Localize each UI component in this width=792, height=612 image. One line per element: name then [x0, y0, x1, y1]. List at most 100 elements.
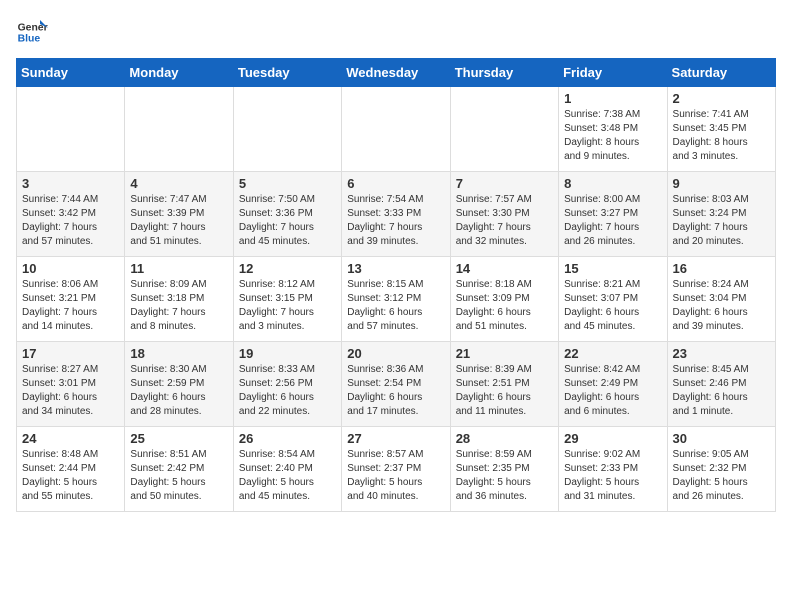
header-day: Thursday — [450, 59, 558, 87]
calendar-cell: 24 Sunrise: 8:48 AM Sunset: 2:44 PM Dayli… — [17, 427, 125, 512]
day-number: 4 — [130, 176, 227, 191]
day-info: Sunrise: 8:51 AM Sunset: 2:42 PM Dayligh… — [130, 448, 227, 504]
day-number: 3 — [22, 176, 119, 191]
day-info: Sunrise: 8:06 AM Sunset: 3:21 PM Dayligh… — [22, 278, 119, 334]
day-number: 18 — [130, 346, 227, 361]
day-info: Sunrise: 8:33 AM Sunset: 2:56 PM Dayligh… — [239, 363, 336, 419]
day-number: 24 — [22, 431, 119, 446]
day-number: 6 — [347, 176, 444, 191]
calendar-cell: 30 Sunrise: 9:05 AM Sunset: 2:32 PM Dayli… — [667, 427, 775, 512]
header-day: Tuesday — [233, 59, 341, 87]
day-info: Sunrise: 8:21 AM Sunset: 3:07 PM Dayligh… — [564, 278, 661, 334]
calendar-cell: 19 Sunrise: 8:33 AM Sunset: 2:56 PM Dayli… — [233, 342, 341, 427]
day-info: Sunrise: 7:38 AM Sunset: 3:48 PM Dayligh… — [564, 108, 661, 164]
day-info: Sunrise: 7:44 AM Sunset: 3:42 PM Dayligh… — [22, 193, 119, 249]
calendar-cell: 2 Sunrise: 7:41 AM Sunset: 3:45 PM Daylig… — [667, 87, 775, 172]
calendar-header: SundayMondayTuesdayWednesdayThursdayFrid… — [17, 59, 776, 87]
calendar-cell: 20 Sunrise: 8:36 AM Sunset: 2:54 PM Dayli… — [342, 342, 450, 427]
calendar-cell: 15 Sunrise: 8:21 AM Sunset: 3:07 PM Dayli… — [559, 257, 667, 342]
calendar-cell: 26Sunrise: 8:54 AM Sunset: 2:40 PM Dayli… — [233, 427, 341, 512]
day-number: 14 — [456, 261, 553, 276]
day-info: Sunrise: 8:09 AM Sunset: 3:18 PM Dayligh… — [130, 278, 227, 334]
calendar-week-row: 3 Sunrise: 7:44 AM Sunset: 3:42 PM Daylig… — [17, 172, 776, 257]
calendar-cell: 3 Sunrise: 7:44 AM Sunset: 3:42 PM Daylig… — [17, 172, 125, 257]
calendar-cell: 14 Sunrise: 8:18 AM Sunset: 3:09 PM Dayli… — [450, 257, 558, 342]
day-number: 13 — [347, 261, 444, 276]
calendar-cell: 16Sunrise: 8:24 AM Sunset: 3:04 PM Dayli… — [667, 257, 775, 342]
day-info: Sunrise: 8:57 AM Sunset: 2:37 PM Dayligh… — [347, 448, 444, 504]
calendar-week-row: 17 Sunrise: 8:27 AM Sunset: 3:01 PM Dayli… — [17, 342, 776, 427]
day-info: Sunrise: 8:18 AM Sunset: 3:09 PM Dayligh… — [456, 278, 553, 334]
day-info: Sunrise: 7:54 AM Sunset: 3:33 PM Dayligh… — [347, 193, 444, 249]
calendar-table: SundayMondayTuesdayWednesdayThursdayFrid… — [16, 58, 776, 512]
day-info: Sunrise: 8:12 AM Sunset: 3:15 PM Dayligh… — [239, 278, 336, 334]
day-number: 23 — [673, 346, 770, 361]
svg-text:Blue: Blue — [18, 34, 41, 45]
day-number: 8 — [564, 176, 661, 191]
day-info: Sunrise: 7:57 AM Sunset: 3:30 PM Dayligh… — [456, 193, 553, 249]
calendar-cell: 28 Sunrise: 8:59 AM Sunset: 2:35 PM Dayli… — [450, 427, 558, 512]
header-day: Sunday — [17, 59, 125, 87]
logo-icon: General Blue — [16, 16, 48, 48]
day-info: Sunrise: 7:47 AM Sunset: 3:39 PM Dayligh… — [130, 193, 227, 249]
day-number: 1 — [564, 91, 661, 106]
calendar-cell: 21 Sunrise: 8:39 AM Sunset: 2:51 PM Dayli… — [450, 342, 558, 427]
day-number: 27 — [347, 431, 444, 446]
calendar-cell — [17, 87, 125, 172]
calendar-week-row: 10 Sunrise: 8:06 AM Sunset: 3:21 PM Dayli… — [17, 257, 776, 342]
header-row: SundayMondayTuesdayWednesdayThursdayFrid… — [17, 59, 776, 87]
day-number: 17 — [22, 346, 119, 361]
calendar-cell: 10 Sunrise: 8:06 AM Sunset: 3:21 PM Dayli… — [17, 257, 125, 342]
calendar-cell — [450, 87, 558, 172]
day-number: 21 — [456, 346, 553, 361]
day-info: Sunrise: 9:02 AM Sunset: 2:33 PM Dayligh… — [564, 448, 661, 504]
header: General Blue — [16, 16, 776, 48]
day-info: Sunrise: 8:30 AM Sunset: 2:59 PM Dayligh… — [130, 363, 227, 419]
day-number: 20 — [347, 346, 444, 361]
calendar-cell: 13Sunrise: 8:15 AM Sunset: 3:12 PM Dayli… — [342, 257, 450, 342]
day-number: 12 — [239, 261, 336, 276]
day-info: Sunrise: 8:48 AM Sunset: 2:44 PM Dayligh… — [22, 448, 119, 504]
day-info: Sunrise: 8:03 AM Sunset: 3:24 PM Dayligh… — [673, 193, 770, 249]
day-number: 30 — [673, 431, 770, 446]
day-number: 28 — [456, 431, 553, 446]
calendar-cell: 27 Sunrise: 8:57 AM Sunset: 2:37 PM Dayli… — [342, 427, 450, 512]
day-info: Sunrise: 8:39 AM Sunset: 2:51 PM Dayligh… — [456, 363, 553, 419]
calendar-cell — [233, 87, 341, 172]
header-day: Monday — [125, 59, 233, 87]
logo: General Blue — [16, 16, 48, 48]
calendar-cell: 23 Sunrise: 8:45 AM Sunset: 2:46 PM Dayli… — [667, 342, 775, 427]
calendar-cell: 12 Sunrise: 8:12 AM Sunset: 3:15 PM Dayli… — [233, 257, 341, 342]
day-info: Sunrise: 7:41 AM Sunset: 3:45 PM Dayligh… — [673, 108, 770, 164]
calendar-week-row: 1 Sunrise: 7:38 AM Sunset: 3:48 PM Daylig… — [17, 87, 776, 172]
calendar-cell: 6 Sunrise: 7:54 AM Sunset: 3:33 PM Daylig… — [342, 172, 450, 257]
calendar-cell: 9Sunrise: 8:03 AM Sunset: 3:24 PM Daylig… — [667, 172, 775, 257]
calendar-cell — [125, 87, 233, 172]
day-info: Sunrise: 8:42 AM Sunset: 2:49 PM Dayligh… — [564, 363, 661, 419]
day-number: 29 — [564, 431, 661, 446]
day-number: 19 — [239, 346, 336, 361]
day-number: 16 — [673, 261, 770, 276]
calendar-cell: 8 Sunrise: 8:00 AM Sunset: 3:27 PM Daylig… — [559, 172, 667, 257]
calendar-cell — [342, 87, 450, 172]
calendar-cell: 29 Sunrise: 9:02 AM Sunset: 2:33 PM Dayli… — [559, 427, 667, 512]
calendar-cell: 11Sunrise: 8:09 AM Sunset: 3:18 PM Dayli… — [125, 257, 233, 342]
calendar-cell: 22Sunrise: 8:42 AM Sunset: 2:49 PM Dayli… — [559, 342, 667, 427]
day-info: Sunrise: 8:36 AM Sunset: 2:54 PM Dayligh… — [347, 363, 444, 419]
day-number: 25 — [130, 431, 227, 446]
header-day: Friday — [559, 59, 667, 87]
day-info: Sunrise: 9:05 AM Sunset: 2:32 PM Dayligh… — [673, 448, 770, 504]
day-info: Sunrise: 8:27 AM Sunset: 3:01 PM Dayligh… — [22, 363, 119, 419]
day-info: Sunrise: 8:59 AM Sunset: 2:35 PM Dayligh… — [456, 448, 553, 504]
calendar-cell: 18 Sunrise: 8:30 AM Sunset: 2:59 PM Dayli… — [125, 342, 233, 427]
calendar-cell: 7Sunrise: 7:57 AM Sunset: 3:30 PM Daylig… — [450, 172, 558, 257]
day-number: 10 — [22, 261, 119, 276]
header-day: Saturday — [667, 59, 775, 87]
calendar-body: 1 Sunrise: 7:38 AM Sunset: 3:48 PM Daylig… — [17, 87, 776, 512]
day-number: 2 — [673, 91, 770, 106]
calendar-cell: 17 Sunrise: 8:27 AM Sunset: 3:01 PM Dayli… — [17, 342, 125, 427]
day-info: Sunrise: 8:45 AM Sunset: 2:46 PM Dayligh… — [673, 363, 770, 419]
calendar-week-row: 24 Sunrise: 8:48 AM Sunset: 2:44 PM Dayli… — [17, 427, 776, 512]
day-number: 15 — [564, 261, 661, 276]
day-info: Sunrise: 8:00 AM Sunset: 3:27 PM Dayligh… — [564, 193, 661, 249]
